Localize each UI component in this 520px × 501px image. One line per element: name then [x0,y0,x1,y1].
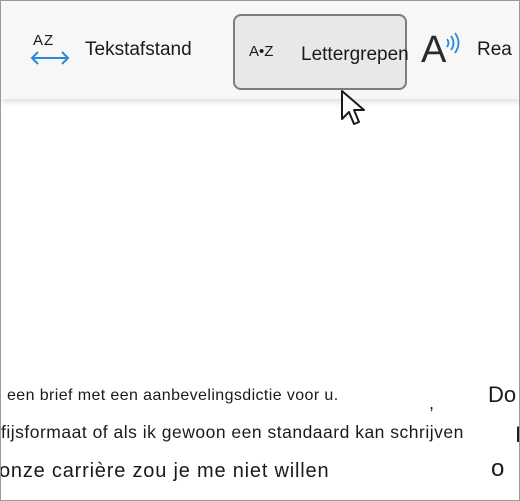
mouse-pointer-icon [341,90,365,125]
syllables-button[interactable]: A•Z Lettergrepen [233,14,409,90]
syllables-label: Lettergrepen [301,44,409,65]
text-spacing-label: Tekstafstand [85,39,192,60]
immersive-reader-toolbar: AZ Tekstafstand A•Z Lettergrepen A Rea [1,1,519,99]
document-fragment-right-1: Do [488,382,517,407]
document-fragment-right-3: o [491,455,505,482]
reader-window: AZ Tekstafstand A•Z Lettergrepen A Rea e… [0,0,520,501]
text-spacing-icon-letters: AZ [33,32,55,49]
punctuation-mark: , [429,393,435,413]
document-line-3: onze carrière zou je me niet willen [0,460,330,482]
document-area: een brief met een aanbevelingsdictie voo… [0,99,519,500]
document-line-2: fijsformaat of als ik gewoon een standaa… [1,422,464,442]
document-fragment-right-2: I [515,422,519,448]
text-spacing-button[interactable]: AZ Tekstafstand [29,1,192,99]
document-line-1: een brief met een aanbevelingsdictie voo… [7,387,339,404]
text-spacing-icon: AZ [29,30,71,70]
read-aloud-label: Rea [477,39,512,60]
read-aloud-button[interactable]: A Rea [421,1,512,99]
read-aloud-icon: A [421,28,465,72]
syllables-icon: A•Z [249,43,274,60]
